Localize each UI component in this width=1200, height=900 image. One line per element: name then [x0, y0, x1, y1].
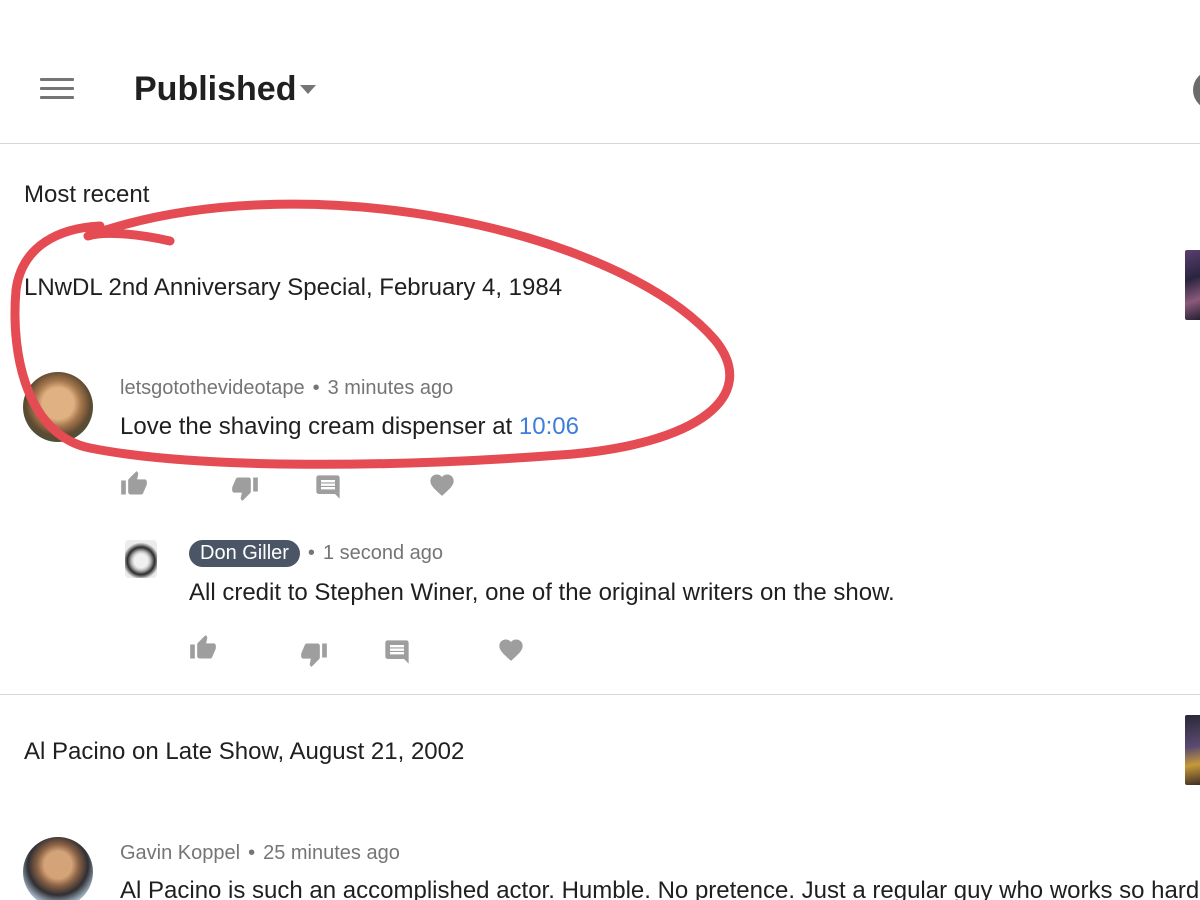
- thumbs-up-icon[interactable]: [189, 634, 217, 662]
- comment-meta: letsgotothevideotape • 3 minutes ago: [120, 377, 453, 400]
- separator-dot: •: [312, 377, 320, 399]
- comment-author[interactable]: Gavin Koppel: [120, 842, 240, 864]
- reply-time: 1 second ago: [322, 542, 444, 564]
- video-thumbnail[interactable]: [1185, 715, 1200, 785]
- reply-text: All credit to Stephen Winer, one of the …: [189, 579, 895, 606]
- separator-dot: •: [248, 842, 256, 864]
- account-avatar[interactable]: [1193, 70, 1200, 110]
- reply-avatar[interactable]: [125, 540, 157, 578]
- owner-name-badge[interactable]: Don Giller: [189, 540, 300, 567]
- heart-icon[interactable]: [428, 471, 456, 499]
- video-title[interactable]: LNwDL 2nd Anniversary Special, February …: [24, 274, 562, 302]
- comment-author[interactable]: letsgotothevideotape: [120, 377, 305, 399]
- video-thumbnail[interactable]: [1185, 250, 1200, 320]
- avatar[interactable]: [23, 837, 93, 900]
- thumbs-up-icon[interactable]: [120, 470, 148, 498]
- page-title[interactable]: Published: [134, 70, 296, 109]
- comment-body: Love the shaving cream dispenser at: [120, 413, 519, 440]
- sort-label: Most recent: [24, 181, 150, 208]
- reply-comment-icon[interactable]: [314, 473, 342, 501]
- caret-down-icon[interactable]: [300, 85, 316, 94]
- comment-time: 3 minutes ago: [327, 377, 454, 399]
- reply-meta: Don Giller • 1 second ago: [189, 540, 443, 567]
- separator-dot: •: [307, 542, 315, 564]
- comment-text: Al Pacino is such an accomplished actor.…: [120, 877, 1200, 900]
- comment-time: 25 minutes ago: [263, 842, 400, 864]
- comment-meta: Gavin Koppel • 25 minutes ago: [120, 842, 400, 865]
- section-divider: [0, 694, 1200, 695]
- hamburger-menu-icon[interactable]: [40, 78, 74, 102]
- reply-comment-icon[interactable]: [383, 638, 411, 666]
- video-title[interactable]: Al Pacino on Late Show, August 21, 2002: [24, 738, 464, 766]
- avatar[interactable]: [23, 372, 93, 442]
- heart-icon[interactable]: [497, 636, 525, 664]
- comment-text: Love the shaving cream dispenser at 10:0…: [120, 413, 579, 441]
- header-divider: [0, 143, 1200, 144]
- timestamp-link[interactable]: 10:06: [519, 413, 579, 440]
- thumbs-down-icon[interactable]: [231, 474, 259, 502]
- thumbs-down-icon[interactable]: [300, 640, 328, 668]
